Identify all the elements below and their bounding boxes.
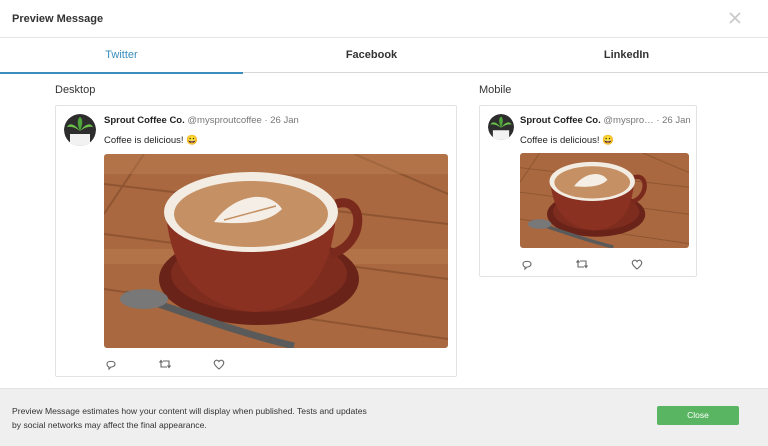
tweet-date: · 26 Jan: [656, 115, 691, 126]
tab-facebook[interactable]: Facebook: [250, 38, 493, 73]
reply-icon[interactable]: [104, 357, 118, 371]
coffee-image: [104, 154, 448, 348]
tweet-text: Coffee is delicious! 😀: [520, 135, 615, 146]
account-name: Sprout Coffee Co.: [520, 115, 601, 126]
mobile-label: Mobile: [479, 84, 512, 96]
close-icon[interactable]: [728, 11, 742, 25]
account-handle: @myspro…: [603, 115, 654, 126]
footer-note: Preview Message estimates how your conte…: [12, 406, 367, 430]
avatar: [488, 114, 514, 140]
mobile-tweet-card: Sprout Coffee Co. @myspro… · 26 Jan Coff…: [479, 105, 697, 277]
avatar: [64, 114, 96, 146]
preview-message-modal: Preview Message Twitter Facebook LinkedI…: [0, 0, 768, 446]
network-tabs: Twitter Facebook LinkedIn: [0, 38, 768, 74]
tab-linkedin[interactable]: LinkedIn: [505, 38, 748, 73]
tweet-text: Coffee is delicious! 😀: [104, 135, 199, 146]
tweet-date: · 26 Jan: [264, 115, 299, 126]
account-handle: @mysproutcoffee: [187, 115, 262, 126]
like-icon[interactable]: [212, 357, 226, 371]
tweet-actions: [104, 357, 244, 371]
retweet-icon[interactable]: [158, 357, 172, 371]
modal-title: Preview Message: [12, 13, 104, 25]
coffee-image: [520, 153, 689, 248]
tweet-header: Sprout Coffee Co. @myspro… · 26 Jan: [520, 115, 691, 126]
modal-footer: Preview Message estimates how your conte…: [0, 388, 768, 446]
reply-icon[interactable]: [520, 257, 534, 271]
tweet-actions: [520, 257, 650, 271]
modal-header: Preview Message: [0, 0, 768, 38]
tweet-header: Sprout Coffee Co. @mysproutcoffee · 26 J…: [104, 115, 299, 126]
desktop-tweet-card: Sprout Coffee Co. @mysproutcoffee · 26 J…: [55, 105, 457, 377]
account-name: Sprout Coffee Co.: [104, 115, 185, 126]
close-button[interactable]: Close: [657, 406, 739, 425]
like-icon[interactable]: [630, 257, 644, 271]
tab-twitter[interactable]: Twitter: [0, 38, 243, 74]
desktop-label: Desktop: [55, 84, 96, 96]
retweet-icon[interactable]: [575, 257, 589, 271]
